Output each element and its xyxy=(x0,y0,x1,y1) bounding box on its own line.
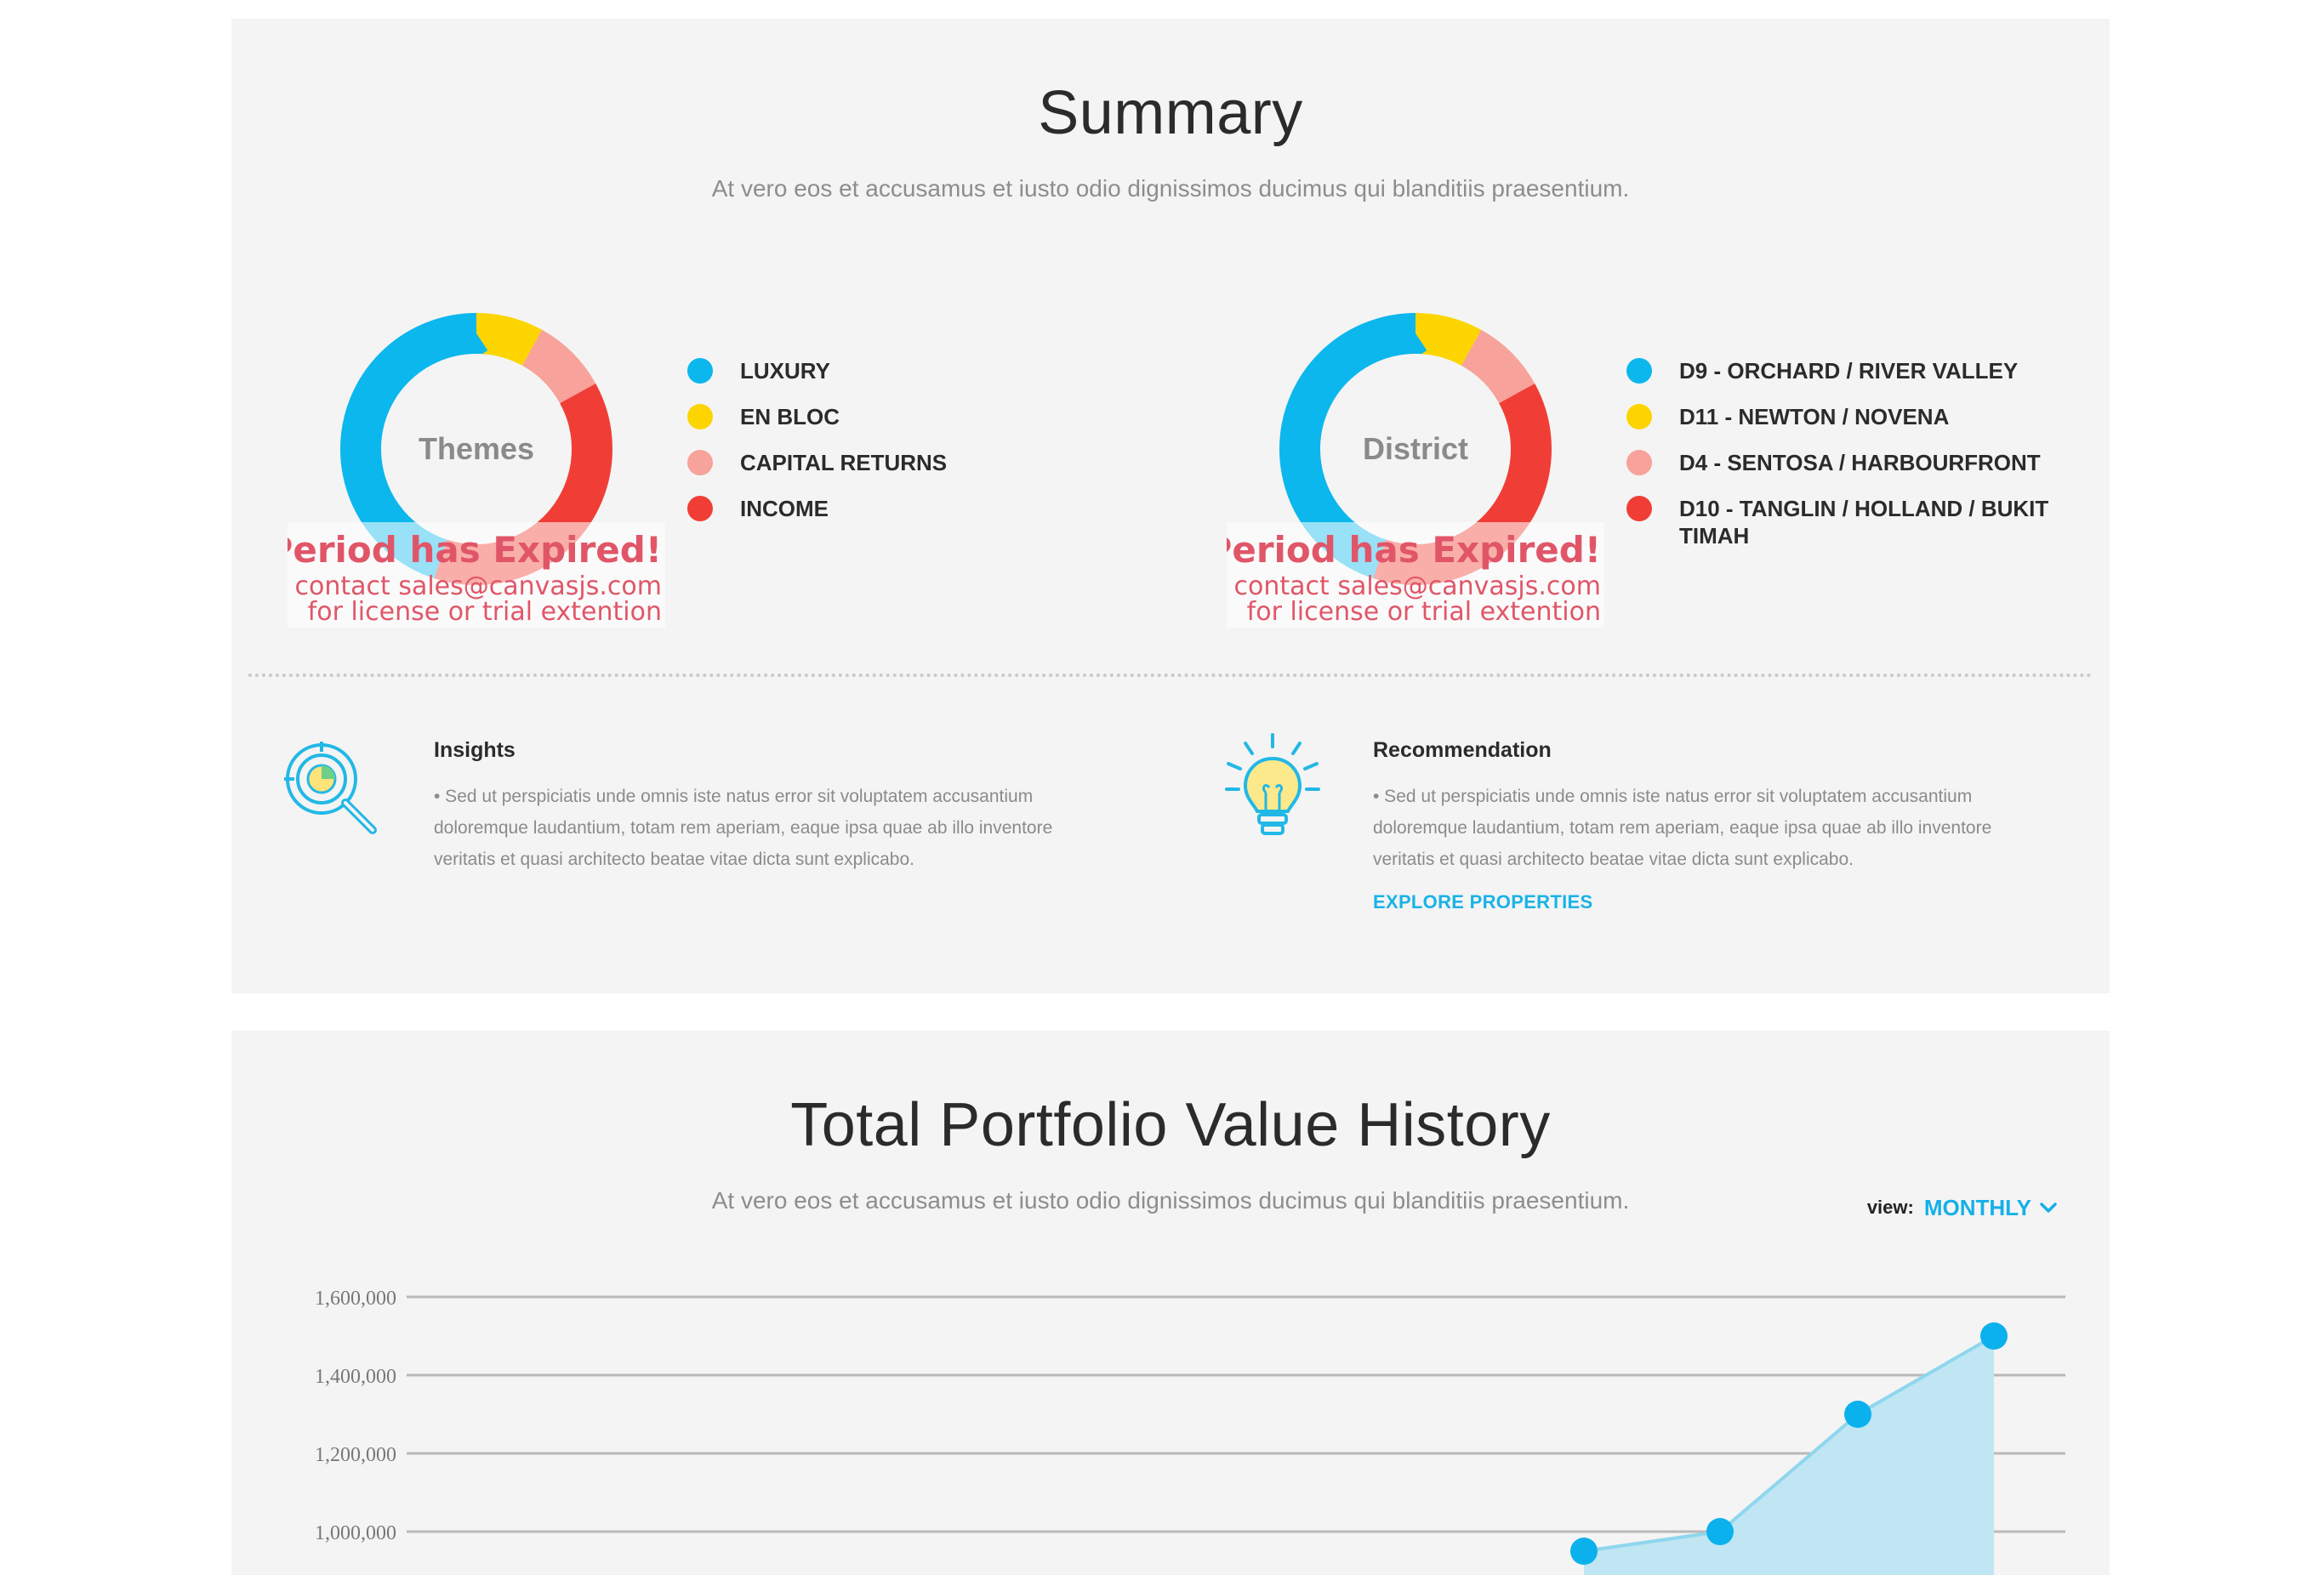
legend-dot xyxy=(687,404,713,429)
legend-label: LUXURY xyxy=(740,358,830,384)
district-trial-watermark: Period has Expired! Please contact sales… xyxy=(1227,522,1604,628)
legend-item-d11: D11 - NEWTON / NOVENA xyxy=(1626,403,2069,430)
y-tick-label: 1,000,000 xyxy=(315,1522,396,1544)
themes-trial-watermark: Period has Expired! Please contact sales… xyxy=(288,522,665,628)
legend-label: D9 - ORCHARD / RIVER VALLEY xyxy=(1679,358,2019,384)
watermark-title: Period has Expired! xyxy=(1227,529,1601,571)
legend-item-d10: D10 - TANGLIN / HOLLAND / BUKIT TIMAH xyxy=(1626,495,2069,549)
legend-label: CAPITAL RETURNS xyxy=(740,450,948,475)
legend-dot xyxy=(1626,450,1652,475)
dotted-divider xyxy=(248,674,2093,677)
insights-title: Insights xyxy=(434,738,515,762)
watermark-title: Period has Expired! xyxy=(288,529,662,571)
insights-text: • Sed ut perspiciatis unde omnis iste na… xyxy=(434,787,1053,869)
y-tick-label: 1,400,000 xyxy=(315,1366,396,1388)
legend-item-capital-returns: CAPITAL RETURNS xyxy=(687,449,947,476)
target-search-icon xyxy=(284,742,377,834)
summary-panel: Summary At vero eos et accusamus et iust… xyxy=(231,19,2110,993)
data-point[interactable] xyxy=(1570,1538,1598,1565)
district-legend: D9 - ORCHARD / RIVER VALLEY D11 - NEWTON… xyxy=(1626,357,2069,568)
recommendation-text: • Sed ut perspiciatis unde omnis iste na… xyxy=(1373,787,1992,869)
legend-dot xyxy=(1626,358,1652,384)
recommendation-title: Recommendation xyxy=(1373,738,1552,762)
watermark-license: for license or trial extention xyxy=(1246,597,1601,627)
summary-title: Summary xyxy=(1038,79,1303,147)
history-subtitle: At vero eos et accusamus et iusto odio d… xyxy=(711,1187,1630,1214)
data-point[interactable] xyxy=(1980,1322,2008,1350)
legend-label: D11 - NEWTON / NOVENA xyxy=(1679,404,1950,429)
chevron-down-icon xyxy=(2040,1203,2057,1213)
legend-label: INCOME xyxy=(740,496,829,521)
legend-label: D10 - TANGLIN / HOLLAND / BUKIT TIMAH xyxy=(1679,496,2049,549)
summary-subtitle: At vero eos et accusamus et iusto odio d… xyxy=(711,175,1630,202)
view-label: view: xyxy=(1866,1197,1914,1218)
legend-dot xyxy=(687,450,713,475)
history-title: Total Portfolio Value History xyxy=(790,1091,1551,1159)
y-tick-label: 1,600,000 xyxy=(315,1288,396,1310)
explore-properties-link[interactable]: EXPLORE PROPERTIES xyxy=(1373,891,1592,913)
view-selector[interactable]: view: MONTHLY xyxy=(1867,1191,2057,1225)
data-point[interactable] xyxy=(1706,1518,1734,1545)
y-tick-label: 1,200,000 xyxy=(315,1444,396,1466)
legend-dot xyxy=(687,496,713,521)
legend-dot xyxy=(687,358,713,384)
legend-label: D4 - SENTOSA / HARBOURFRONT xyxy=(1679,450,2041,475)
portfolio-history-panel: 1,000,000 1,200,000 1,400,000 1,600,000 Tot… xyxy=(231,1031,2110,1575)
legend-dot xyxy=(1626,404,1652,429)
themes-legend: LUXURY EN BLOC CAPITAL RETURNS INCOME xyxy=(687,357,947,541)
legend-item-d9: D9 - ORCHARD / RIVER VALLEY xyxy=(1626,357,2069,384)
legend-dot xyxy=(1626,496,1652,521)
data-point[interactable] xyxy=(1844,1401,1871,1428)
legend-label: EN BLOC xyxy=(740,404,840,429)
legend-item-income: INCOME xyxy=(687,495,947,522)
view-value: MONTHLY xyxy=(1923,1194,2031,1220)
legend-item-luxury: LUXURY xyxy=(687,357,947,384)
legend-item-en-bloc: EN BLOC xyxy=(687,403,947,430)
watermark-license: for license or trial extention xyxy=(307,597,662,627)
legend-item-d4: D4 - SENTOSA / HARBOURFRONT xyxy=(1626,449,2069,476)
lightbulb-icon xyxy=(1225,733,1320,835)
